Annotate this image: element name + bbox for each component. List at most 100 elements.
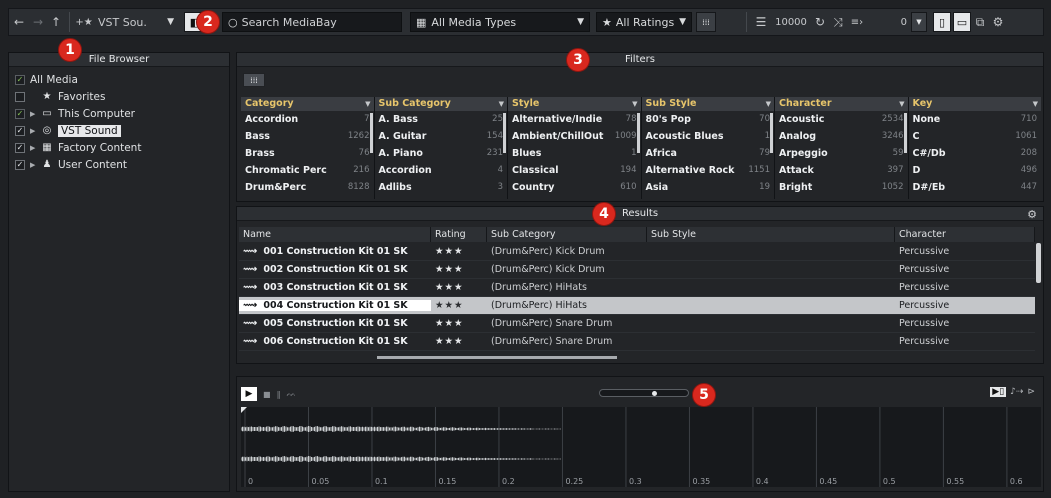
columns-icon[interactable]: ⁞⁞⁞	[243, 73, 265, 87]
result-rating[interactable]: ★★★	[431, 300, 487, 311]
tree-item-factory-content[interactable]: ✓ ▶ ▦ Factory Content	[15, 139, 223, 156]
filter-row[interactable]: Attack 397	[775, 162, 908, 179]
filter-column-header[interactable]: Key ▼	[908, 97, 1041, 111]
checkbox-icon[interactable]: ✓	[15, 125, 25, 136]
filter-row[interactable]: Acoustic 2534	[775, 111, 908, 128]
result-rating[interactable]: ★★★	[431, 264, 487, 275]
forward-arrow-icon[interactable]: →	[29, 11, 47, 33]
filter-row[interactable]: Alternative Rock 1151	[642, 162, 775, 179]
checkbox-icon[interactable]: ✓	[15, 108, 25, 119]
filter-row[interactable]: A. Piano 231	[375, 145, 508, 162]
filter-row[interactable]: Accordion 4	[375, 162, 508, 179]
chevron-down-icon[interactable]: ▼	[365, 97, 370, 111]
checkbox-icon[interactable]: ✓	[15, 142, 25, 153]
filter-column-header[interactable]: Character ▼	[775, 97, 908, 111]
checkbox-icon[interactable]: ✓	[15, 159, 25, 170]
expand-arrow-icon[interactable]: ▶	[30, 127, 40, 135]
table-row[interactable]: ⟿ 005 Construction Kit 01 SK ★★★ (Drum&Perc…	[239, 315, 1035, 333]
media-type-dropdown[interactable]: ▦ All Media Types ▼	[410, 12, 590, 32]
filter-row[interactable]: Drum&Perc 8128	[241, 179, 374, 196]
tree-item-user-content[interactable]: ✓ ▶ ♟ User Content	[15, 156, 223, 173]
chevron-down-icon[interactable]: ▼	[899, 97, 904, 111]
expand-arrow-icon[interactable]: ▶	[30, 144, 40, 152]
filter-row[interactable]: Country 610	[508, 179, 641, 196]
chevron-down-icon[interactable]: ▼	[499, 97, 504, 111]
column-header-sub-style[interactable]: Sub Style	[647, 227, 895, 242]
tree-item-all-media[interactable]: ✓ All Media	[15, 71, 223, 88]
volume-slider[interactable]	[599, 389, 689, 397]
filter-row[interactable]: Adlibs 3	[375, 179, 508, 196]
filter-row[interactable]: C 1061	[909, 128, 1042, 145]
up-arrow-icon[interactable]: ↑	[47, 11, 65, 33]
back-arrow-icon[interactable]: ←	[9, 11, 29, 33]
chevron-down-icon[interactable]: ▼	[766, 97, 771, 111]
loop-icon[interactable]: ⊳	[1027, 387, 1035, 397]
tree-item-favorites[interactable]: ★ Favorites	[15, 88, 223, 105]
filter-row[interactable]: D#/Eb 447	[909, 179, 1042, 196]
rating-dropdown[interactable]: ★ All Ratings ▼	[596, 12, 692, 32]
layout-left-icon[interactable]: ▯	[933, 12, 951, 32]
checkbox-icon[interactable]	[15, 91, 25, 102]
column-header-sub-category[interactable]: Sub Category	[487, 227, 647, 242]
filter-row[interactable]: 80's Pop 70	[642, 111, 775, 128]
chevron-down-icon[interactable]: ▼	[911, 12, 927, 32]
chevron-down-icon[interactable]: ▼	[632, 97, 637, 111]
filter-row[interactable]: Classical 194	[508, 162, 641, 179]
filter-scrollbar[interactable]	[369, 113, 373, 153]
table-row[interactable]: ⟿ 002 Construction Kit 01 SK ★★★ (Drum&Perc…	[239, 261, 1035, 279]
filter-row[interactable]: Acoustic Blues 1	[642, 128, 775, 145]
result-rating[interactable]: ★★★	[431, 336, 487, 347]
chevron-down-icon[interactable]: ▼	[1033, 97, 1038, 111]
search-input[interactable]: ○ Search MediaBay	[222, 12, 402, 32]
filter-row[interactable]: Bright 1052	[775, 179, 908, 196]
play-icon[interactable]: ▶	[241, 387, 257, 401]
layout-bottom-icon[interactable]: ▭	[953, 12, 971, 32]
auto-play-icon[interactable]: ▶▯	[990, 387, 1007, 397]
table-row[interactable]: ⟿ 004 Construction Kit 01 SK ★★★ (Drum&Perc…	[239, 297, 1035, 315]
pause-icon[interactable]: ∥	[277, 390, 281, 399]
filter-column-header[interactable]: Category ▼	[241, 97, 374, 111]
tree-item-this-computer[interactable]: ✓ ▶ ▭ This Computer	[15, 105, 223, 122]
result-rating[interactable]: ★★★	[431, 282, 487, 293]
filter-row[interactable]: A. Bass 25	[375, 111, 508, 128]
refresh-icon[interactable]: ↻	[811, 11, 829, 33]
column-header-rating[interactable]: Rating	[431, 227, 487, 242]
filter-scrollbar[interactable]	[770, 113, 773, 153]
filter-row[interactable]: A. Guitar 154	[375, 128, 508, 145]
waveform-toggle-icon[interactable]: ᨓ	[287, 389, 297, 399]
filter-row[interactable]: Ambient/ChillOut 1009	[508, 128, 641, 145]
filter-row[interactable]: D 496	[909, 162, 1042, 179]
filter-row[interactable]: Africa 79	[642, 145, 775, 162]
column-header-name[interactable]: Name	[239, 227, 431, 242]
filter-row[interactable]: Brass 76	[241, 145, 374, 162]
filter-column-header[interactable]: Sub Category ▼	[374, 97, 507, 111]
filter-row[interactable]: None 710	[909, 111, 1042, 128]
volume-knob[interactable]	[652, 391, 657, 396]
results-horizontal-scrollbar[interactable]	[377, 356, 617, 359]
checkbox-icon[interactable]: ✓	[15, 74, 25, 85]
result-rating[interactable]: ★★★	[431, 246, 487, 257]
filter-list-icon[interactable]: ≡›	[847, 11, 867, 33]
column-header-character[interactable]: Character	[895, 227, 1035, 242]
stop-icon[interactable]: ■	[263, 390, 271, 399]
filter-row[interactable]: Arpeggio 59	[775, 145, 908, 162]
table-row[interactable]: ⟿ 003 Construction Kit 01 SK ★★★ (Drum&Perc…	[239, 279, 1035, 297]
table-row[interactable]: ⟿ 001 Construction Kit 01 SK ★★★ (Drum&Perc…	[239, 243, 1035, 261]
results-vertical-scrollbar[interactable]	[1036, 243, 1041, 283]
filter-column-header[interactable]: Sub Style ▼	[641, 97, 774, 111]
gear-icon[interactable]: ⚙	[1027, 208, 1037, 221]
location-dropdown[interactable]: VST Sou. ▼	[94, 11, 178, 33]
filter-row[interactable]: Analog 3246	[775, 128, 908, 145]
result-rating[interactable]: ★★★	[431, 318, 487, 329]
table-row[interactable]: ⟿ 006 Construction Kit 01 SK ★★★ (Drum&Perc…	[239, 333, 1035, 351]
favorite-location-icon[interactable]: +★	[74, 11, 94, 33]
filter-row[interactable]: C#/Db 208	[909, 145, 1042, 162]
filter-scrollbar[interactable]	[636, 113, 640, 153]
filter-row[interactable]: Blues 1	[508, 145, 641, 162]
gear-icon[interactable]: ⚙	[989, 11, 1007, 33]
filter-scrollbar[interactable]	[503, 113, 506, 153]
expand-arrow-icon[interactable]: ▶	[30, 161, 40, 169]
filter-row[interactable]: Chromatic Perc 216	[241, 162, 374, 179]
filter-column-header[interactable]: Style ▼	[508, 97, 641, 111]
filter-row[interactable]: Asia 19	[642, 179, 775, 196]
